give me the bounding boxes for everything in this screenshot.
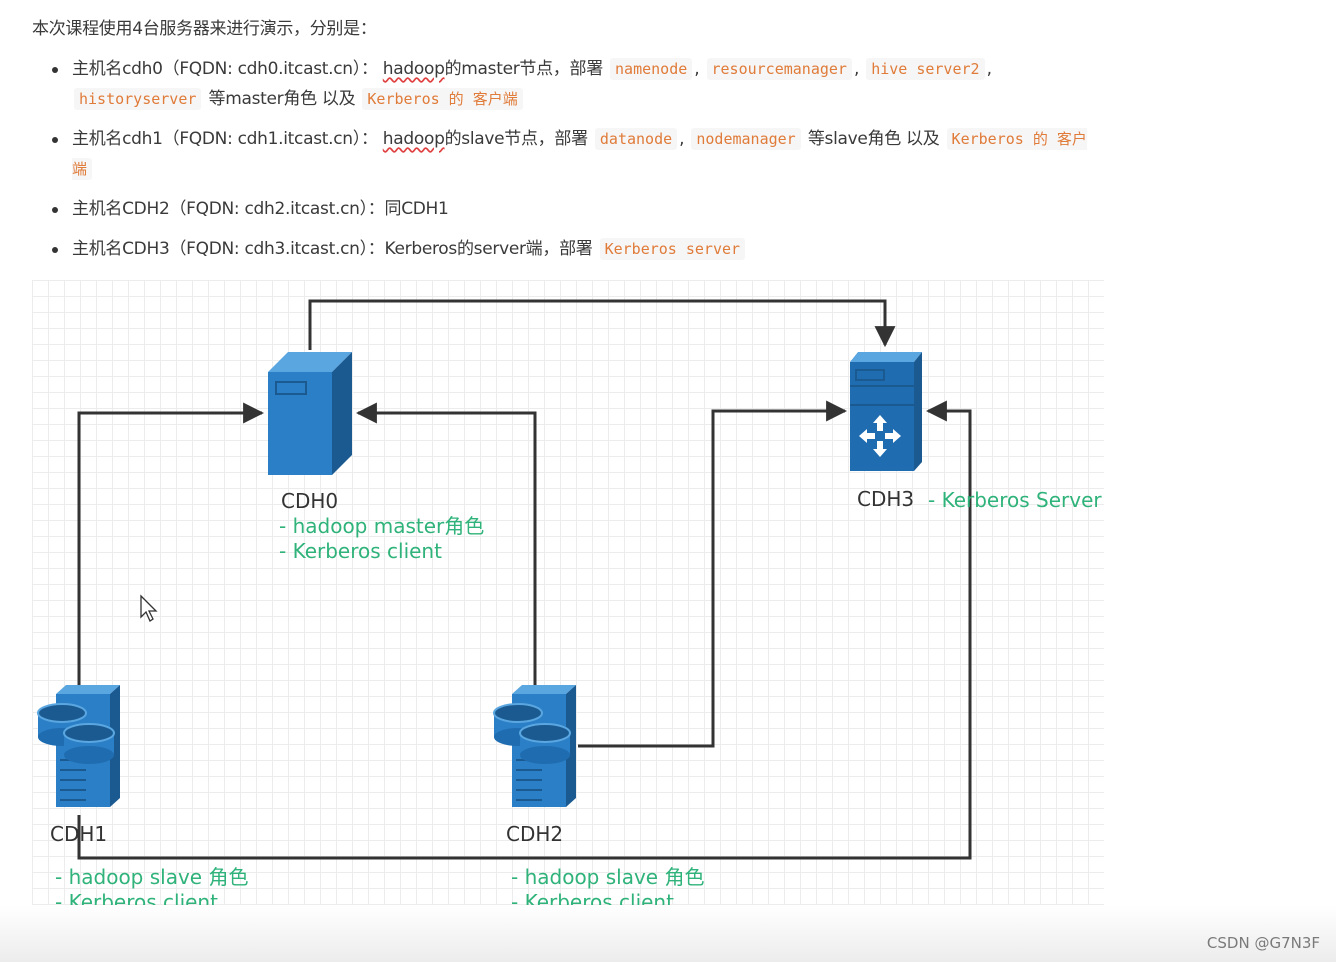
role-label-cdh3-kerberos: - Kerberos Server xyxy=(928,488,1102,512)
diagram-overlay: CDH0 - hadoop master角色 - Kerberos client… xyxy=(37,299,1102,914)
connector-cdh1-cdh0 xyxy=(77,402,265,686)
connector-cdh2-cdh3 xyxy=(578,400,848,748)
role-label-cdh0-kerberos: - Kerberos client xyxy=(279,539,442,563)
database-disk-icon xyxy=(519,723,571,764)
role-label-cdh2-hadoop: - hadoop slave 角色 xyxy=(511,865,704,889)
database-server-icon-cdh2 xyxy=(493,685,576,807)
bottom-fade xyxy=(0,905,1336,962)
role-label-cdh0-hadoop: - hadoop master角色 xyxy=(279,514,484,538)
connector-cdh0-cdh3 xyxy=(308,299,896,350)
cursor-icon xyxy=(140,594,158,622)
node-label-cdh1: CDH1 xyxy=(50,822,107,846)
node-label-cdh2: CDH2 xyxy=(506,822,563,846)
database-server-icon-cdh1 xyxy=(37,685,120,807)
server-icon-cdh0 xyxy=(268,352,352,475)
kerberos-server-icon-cdh3 xyxy=(850,352,922,471)
role-label-cdh1-hadoop: - hadoop slave 角色 xyxy=(55,865,248,889)
watermark: CSDN @G7N3F xyxy=(1206,934,1320,952)
node-label-cdh3: CDH3 xyxy=(857,487,914,511)
node-label-cdh0: CDH0 xyxy=(281,489,338,513)
database-disk-icon xyxy=(63,723,115,764)
